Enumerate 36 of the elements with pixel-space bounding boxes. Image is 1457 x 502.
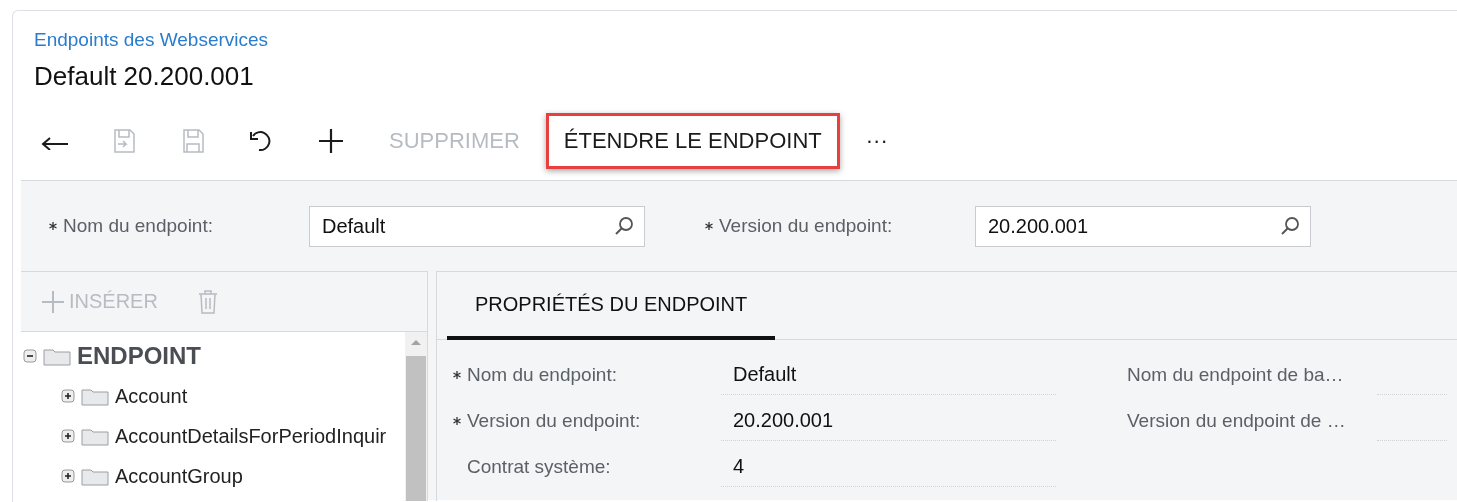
field-label: Version du endpoint: [705, 215, 975, 237]
page-title: Default 20.200.001 [34, 61, 255, 92]
lookup-field[interactable]: Default [309, 205, 645, 247]
trash-icon [197, 288, 218, 315]
collapse-icon[interactable] [23, 349, 37, 363]
save-icon [181, 128, 205, 154]
scrollbar[interactable] [405, 332, 427, 501]
folder-icon [81, 426, 109, 446]
tree-node-label[interactable]: AccountDetailsForPeriodInquir [115, 424, 387, 448]
plus-icon [41, 289, 65, 314]
field-value: 4 [721, 447, 1056, 487]
search-icon[interactable] [1280, 216, 1300, 236]
field-label: Version du endpoint: [453, 410, 721, 432]
field-value: 20.200.001 [721, 401, 1056, 441]
search-icon[interactable] [614, 216, 634, 236]
field-label: Version du endpoint de … [1127, 410, 1347, 432]
expand-icon[interactable] [61, 469, 75, 483]
field-label: Contrat système: [466, 456, 612, 478]
folder-icon [43, 346, 71, 366]
expand-icon[interactable] [61, 389, 75, 403]
toolbar-button[interactable]: ÉTENDRE LE ENDPOINT [545, 113, 840, 169]
field-label: Nom du endpoint: [453, 364, 721, 386]
folder-icon [81, 386, 109, 406]
folder-icon [81, 466, 109, 486]
field-value: Default [721, 355, 1056, 395]
save-icon [112, 128, 136, 154]
lookup-field[interactable]: 20.200.001 [975, 205, 1311, 247]
tree-node-label[interactable]: Account [115, 384, 188, 408]
field-label: Nom du endpoint de ba… [1127, 364, 1345, 386]
field-label: Nom du endpoint: [49, 215, 309, 237]
expand-icon[interactable] [61, 429, 75, 443]
tree-node-label[interactable]: AccountGroup [115, 464, 243, 488]
breadcrumb-link[interactable]: Endpoints des Webservices [34, 29, 269, 51]
plus-icon [319, 129, 343, 153]
tab[interactable]: PROPRIÉTÉS DU ENDPOINT [447, 272, 776, 340]
tree-node-label[interactable]: ENDPOINT [77, 342, 201, 370]
